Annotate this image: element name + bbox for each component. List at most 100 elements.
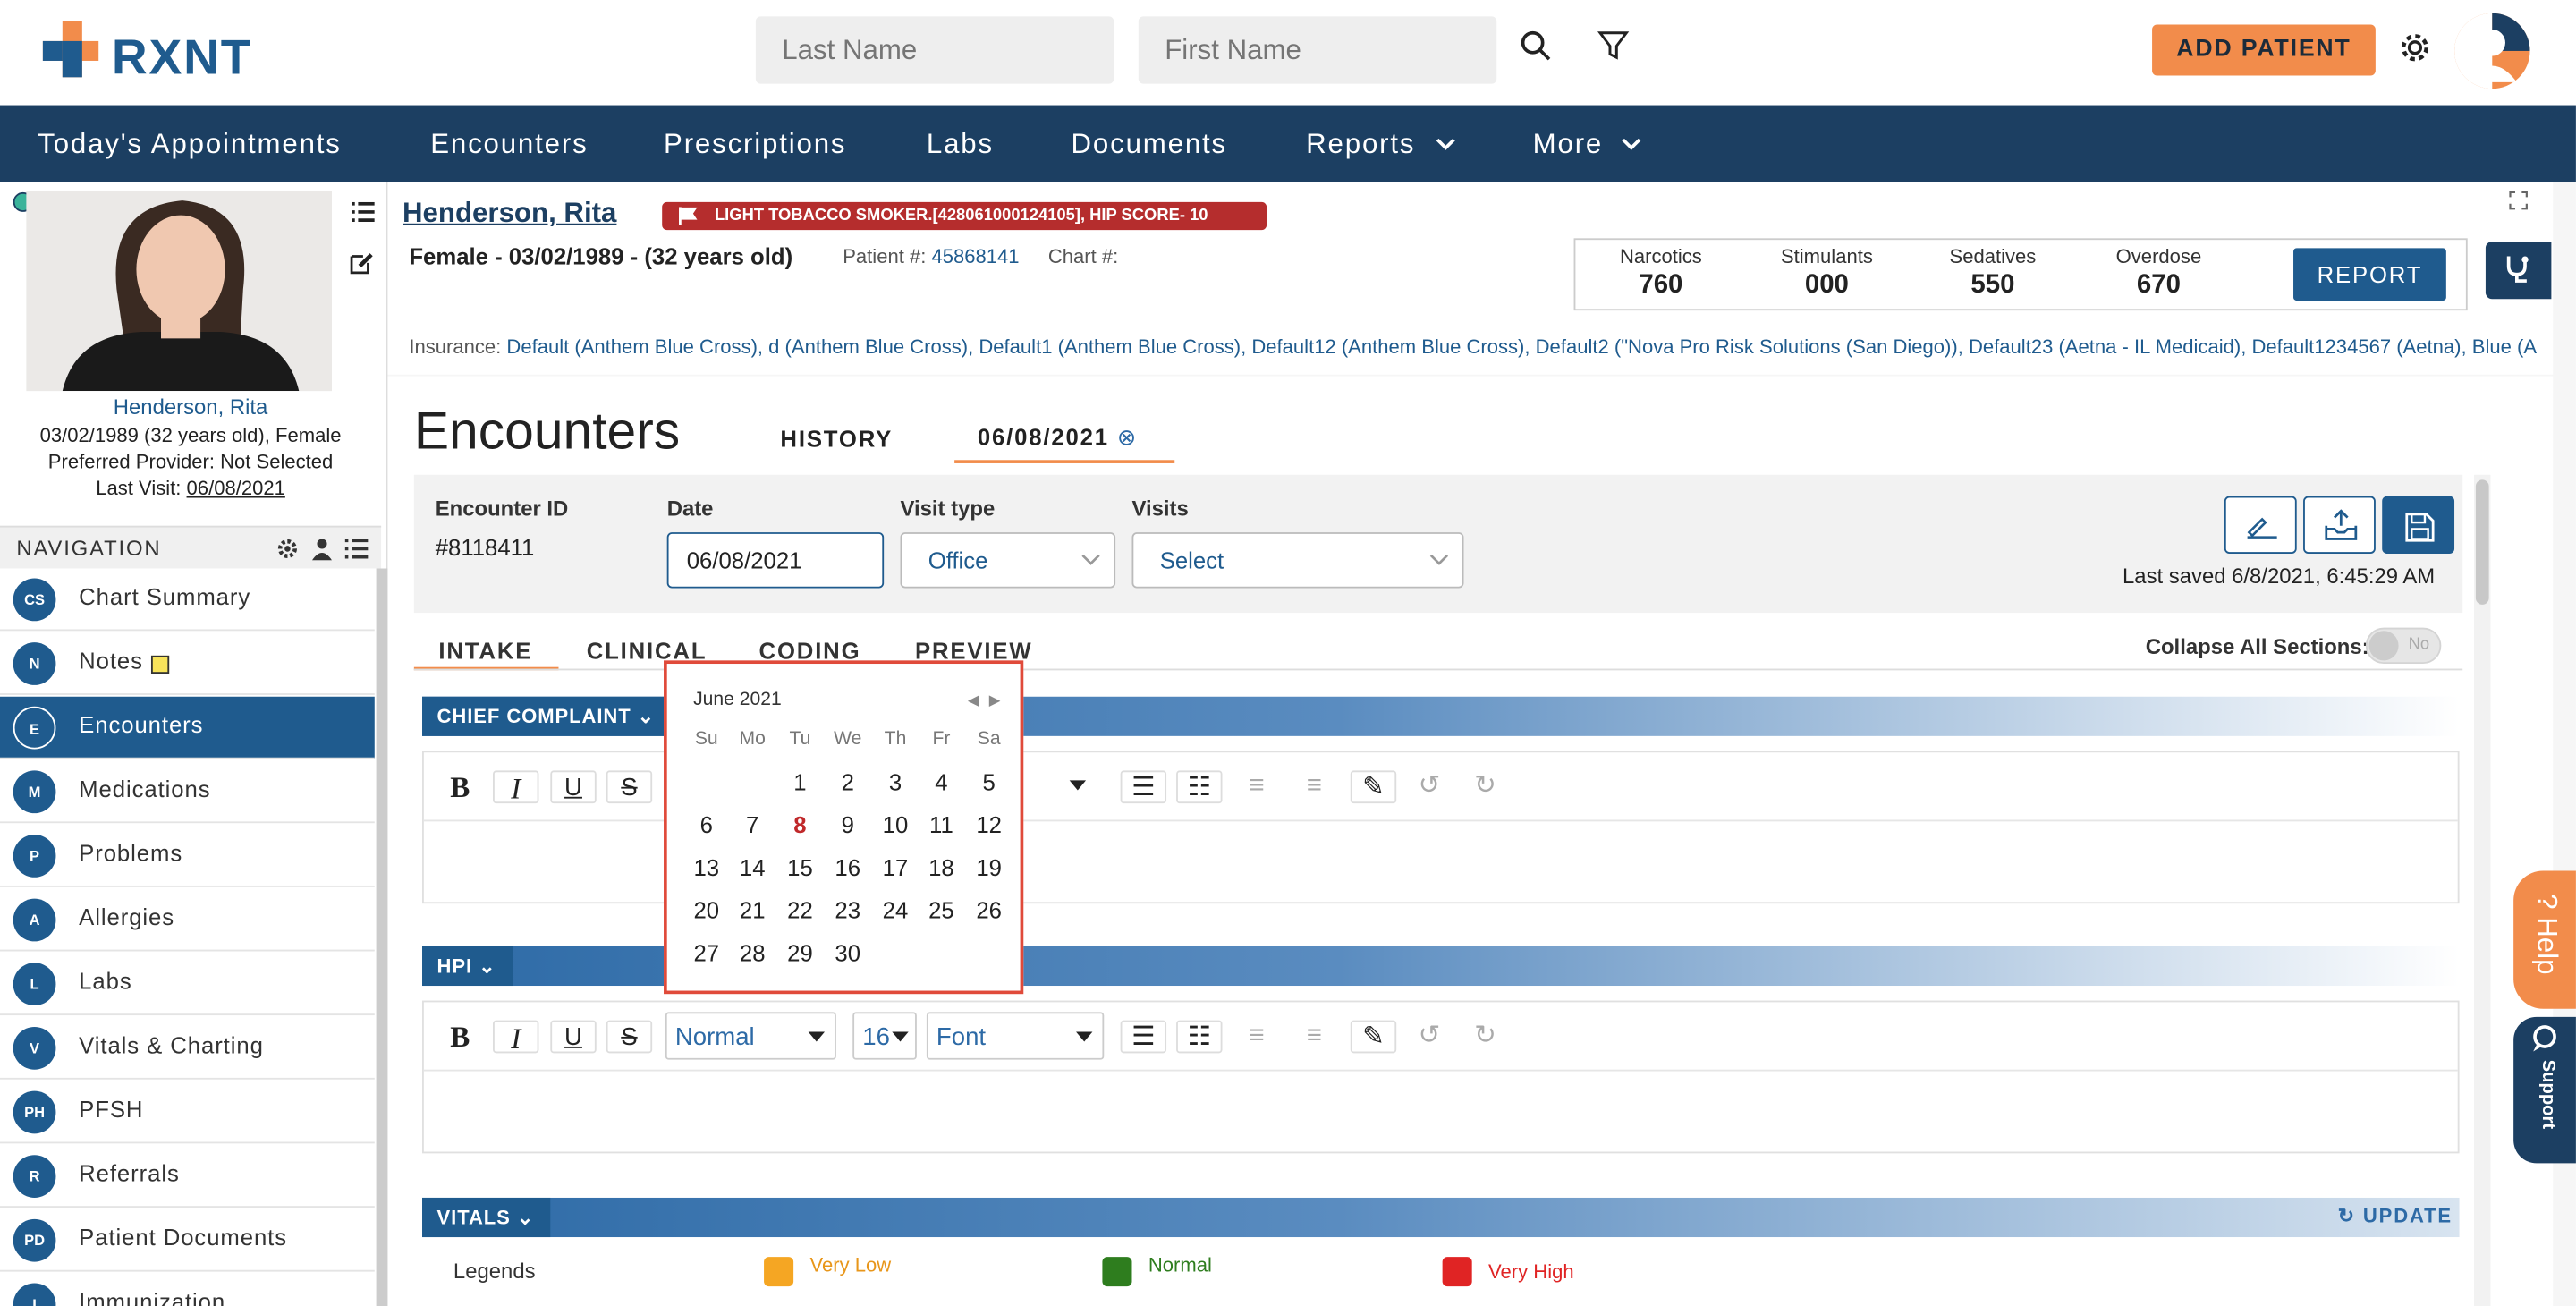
first-name-input[interactable] — [1138, 16, 1497, 84]
calendar-day[interactable]: 24 — [872, 897, 918, 923]
sidebar-item-encounters[interactable]: E Encounters — [0, 696, 375, 759]
highlighter-icon[interactable]: ✎ — [1350, 770, 1397, 804]
calendar-day-selected[interactable]: 8 — [777, 811, 823, 837]
bullet-list-icon[interactable]: ☰ — [1120, 1020, 1167, 1054]
last-visit-link[interactable]: 06/08/2021 — [187, 477, 285, 500]
calendar-day[interactable]: 20 — [683, 897, 729, 923]
vitals-update-button[interactable]: ↻ UPDATE — [2338, 1204, 2453, 1227]
highlighter-icon[interactable]: ✎ — [1350, 1020, 1397, 1054]
calendar-day[interactable]: 27 — [683, 940, 729, 966]
sidebar-item-immunization[interactable]: I Immunization — [0, 1273, 375, 1306]
hpi-editor[interactable]: B I U S Normal 16 Font ☰ ☷ ≡ ≡ ✎ ↺ ↻ — [422, 1000, 2460, 1154]
calendar-day[interactable]: 7 — [729, 811, 775, 837]
sidebar-item-pfsh[interactable]: PH PFSH — [0, 1081, 375, 1144]
numbered-list-icon[interactable]: ☷ — [1176, 1020, 1223, 1054]
nav-more[interactable]: More — [1533, 106, 1603, 182]
filter-icon[interactable] — [1597, 30, 1630, 63]
format-select[interactable]: Normal — [665, 1012, 836, 1060]
chevron-down-icon[interactable] — [1069, 780, 1087, 791]
bullet-list-icon[interactable]: ☰ — [1120, 770, 1167, 804]
underline-icon[interactable]: U — [550, 1020, 597, 1054]
undo-icon[interactable]: ↺ — [1406, 770, 1452, 803]
calendar-day[interactable]: 17 — [872, 854, 918, 880]
prev-month-icon[interactable]: ◀ — [968, 691, 979, 709]
font-select[interactable]: Font — [926, 1012, 1105, 1060]
gear-icon[interactable] — [2395, 28, 2435, 67]
vitals-section-bar[interactable]: VITALS ⌄ — [422, 1197, 2460, 1238]
list-icon[interactable] — [344, 539, 369, 559]
nav-labs[interactable]: Labs — [927, 106, 994, 182]
calendar-day[interactable]: 29 — [777, 940, 823, 966]
nav-prescriptions[interactable]: Prescriptions — [664, 106, 846, 182]
calendar-day[interactable]: 14 — [729, 854, 775, 880]
calendar-day[interactable]: 11 — [919, 811, 964, 837]
calendar-day[interactable]: 22 — [777, 897, 823, 923]
patient-name-heading[interactable]: Henderson, Rita — [402, 197, 616, 230]
calendar-day[interactable]: 6 — [683, 811, 729, 837]
calendar-day[interactable]: 2 — [825, 769, 870, 795]
calendar-day[interactable]: 18 — [919, 854, 964, 880]
next-month-icon[interactable]: ▶ — [989, 691, 1001, 709]
calendar-day[interactable]: 5 — [966, 769, 1012, 795]
calendar-day[interactable]: 23 — [825, 897, 870, 923]
italic-icon[interactable]: I — [493, 770, 539, 805]
sidebar-item-problems[interactable]: P Problems — [0, 825, 375, 887]
sidebar-item-chart-summary[interactable]: CS Chart Summary — [0, 568, 375, 632]
sidebar-item-referrals[interactable]: R Referrals — [0, 1145, 375, 1208]
collapse-all-toggle[interactable]: No — [2365, 627, 2442, 665]
rxnt-logo[interactable]: RXNT — [42, 21, 273, 87]
sidebar-item-notes[interactable]: N Notes — [0, 632, 375, 695]
sidebar-scrollbar[interactable] — [376, 568, 388, 1306]
date-input[interactable]: 06/08/2021 — [666, 532, 885, 589]
calendar-day[interactable]: 9 — [825, 811, 870, 837]
expand-icon[interactable] — [2509, 191, 2529, 210]
underline-icon[interactable]: U — [550, 770, 597, 804]
hpi-header[interactable]: HPI ⌄ — [422, 946, 513, 987]
send-button[interactable] — [2303, 496, 2376, 554]
vitals-header[interactable]: VITALS ⌄ — [422, 1197, 551, 1238]
help-widget[interactable]: ? Help — [2513, 870, 2576, 1009]
nav-reports[interactable]: Reports — [1306, 106, 1415, 182]
calendar-day[interactable]: 13 — [683, 854, 729, 880]
calendar-day[interactable]: 16 — [825, 854, 870, 880]
sidebar-item-vitals-charting[interactable]: V Vitals & Charting — [0, 1016, 375, 1080]
calendar-day[interactable]: 25 — [919, 897, 964, 923]
patient-name-link[interactable]: Henderson, Rita — [0, 394, 381, 420]
insurance-list[interactable]: Default (Anthem Blue Cross), d (Anthem B… — [506, 335, 2537, 359]
outdent-icon[interactable]: ≡ — [1233, 1021, 1279, 1054]
redo-icon[interactable]: ↻ — [1462, 1021, 1508, 1054]
strikethrough-icon[interactable]: S — [606, 770, 653, 804]
numbered-list-icon[interactable]: ☷ — [1176, 770, 1223, 804]
list-icon[interactable] — [352, 201, 375, 222]
tab-history[interactable]: HISTORY — [780, 426, 893, 452]
outdent-icon[interactable]: ≡ — [1233, 770, 1279, 803]
patient-number-value[interactable]: 45868141 — [931, 245, 1019, 268]
calendar-day[interactable]: 26 — [966, 897, 1012, 923]
close-icon[interactable]: ⊗ — [1117, 424, 1138, 450]
nav-todays-appointments[interactable]: Today's Appointments — [38, 106, 342, 182]
nav-encounters[interactable]: Encounters — [430, 106, 588, 182]
add-patient-button[interactable]: ADD PATIENT — [2152, 24, 2376, 76]
indent-icon[interactable]: ≡ — [1292, 770, 1337, 803]
sidebar-item-labs[interactable]: L Labs — [0, 953, 375, 1016]
save-button[interactable] — [2382, 496, 2455, 554]
user-avatar[interactable] — [2454, 13, 2530, 89]
search-icon[interactable] — [1520, 30, 1553, 63]
calendar-day[interactable]: 21 — [729, 897, 775, 923]
undo-icon[interactable]: ↺ — [1406, 1021, 1452, 1054]
redo-icon[interactable]: ↻ — [1462, 770, 1508, 803]
sign-button[interactable] — [2224, 496, 2297, 554]
calendar-day[interactable]: 30 — [825, 940, 870, 966]
strikethrough-icon[interactable]: S — [606, 1020, 653, 1054]
italic-icon[interactable]: I — [493, 1020, 539, 1055]
visits-select[interactable]: Select — [1131, 532, 1464, 589]
calendar-day[interactable]: 1 — [777, 769, 823, 795]
visit-type-select[interactable]: Office — [900, 532, 1116, 589]
encounter-scroll-thumb[interactable] — [2475, 479, 2489, 605]
report-button[interactable]: REPORT — [2293, 248, 2446, 301]
support-widget[interactable]: Support — [2513, 1016, 2576, 1164]
nav-documents[interactable]: Documents — [1072, 106, 1227, 182]
font-size-select[interactable]: 16 — [852, 1012, 917, 1060]
calendar-day[interactable]: 12 — [966, 811, 1012, 837]
bold-icon[interactable]: B — [437, 770, 483, 803]
